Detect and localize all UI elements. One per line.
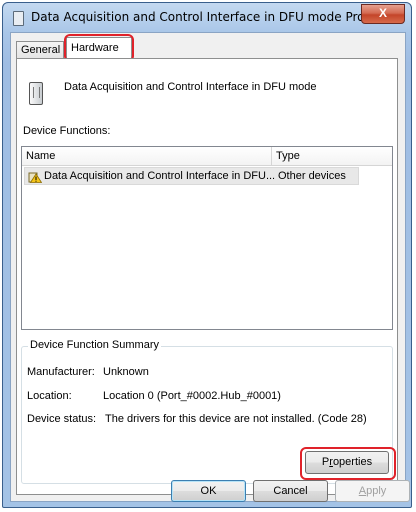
device-status-value: The drivers for this device are not inst… bbox=[105, 413, 367, 425]
device-functions-list[interactable]: Name Type Data Acquisition and Control I… bbox=[21, 146, 393, 330]
apply-label-end: pply bbox=[366, 485, 387, 497]
location-label: Location: bbox=[27, 390, 72, 402]
device-status-label: Device status: bbox=[27, 413, 97, 425]
column-separator[interactable] bbox=[271, 147, 272, 165]
warning-icon bbox=[28, 172, 42, 183]
device-name: Data Acquisition and Control Interface i… bbox=[64, 81, 317, 93]
title-bar[interactable]: Data Acquisition and Control Interface i… bbox=[3, 3, 411, 31]
hardware-panel: Data Acquisition and Control Interface i… bbox=[16, 58, 398, 495]
column-header-type[interactable]: Type bbox=[276, 150, 300, 162]
manufacturer-label: Manufacturer: bbox=[27, 366, 95, 378]
ok-button[interactable]: OK bbox=[171, 480, 246, 502]
function-name: Data Acquisition and Control Interface i… bbox=[44, 170, 276, 182]
tab-general[interactable]: General bbox=[16, 41, 64, 58]
list-item[interactable]: Data Acquisition and Control Interface i… bbox=[24, 167, 359, 185]
function-type: Other devices bbox=[278, 170, 346, 182]
location-value: Location 0 (Port_#0002.Hub_#0001) bbox=[103, 390, 281, 402]
list-header: Name Type bbox=[22, 147, 392, 166]
close-button[interactable]: X bbox=[361, 4, 405, 24]
apply-button[interactable]: Apply bbox=[335, 480, 410, 502]
manufacturer-value: Unknown bbox=[103, 366, 149, 378]
column-header-name[interactable]: Name bbox=[26, 150, 55, 162]
cancel-button[interactable]: Cancel bbox=[253, 480, 328, 502]
dialog-body: General Hardware Data Acquisition and Co… bbox=[10, 32, 406, 502]
function-summary-group: Device Function Summary Manufacturer: Un… bbox=[21, 339, 396, 484]
properties-window: Data Acquisition and Control Interface i… bbox=[2, 2, 412, 508]
device-icon bbox=[13, 11, 24, 26]
device-functions-label: Device Functions: bbox=[23, 125, 111, 137]
device-icon bbox=[29, 82, 43, 105]
properties-highlight-annotation bbox=[300, 447, 396, 480]
apply-accesskey: A bbox=[358, 485, 367, 497]
window-title: Data Acquisition and Control Interface i… bbox=[31, 10, 401, 24]
summary-legend: Device Function Summary bbox=[28, 339, 161, 351]
